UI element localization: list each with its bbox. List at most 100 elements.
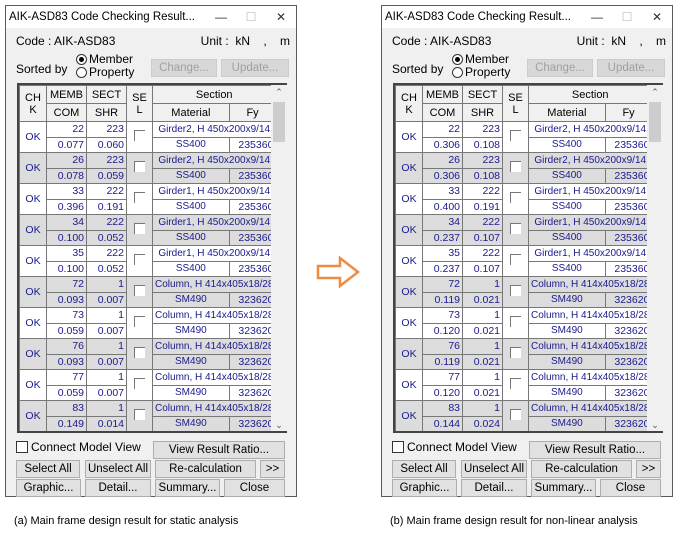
table-row[interactable]: OK 33 222 Girder1, H 450x200x9/14	[395, 183, 653, 215]
connect-model-view-checkbox[interactable]: Connect Model View	[16, 440, 141, 454]
table-row[interactable]: OK 77 1 Column, H 414x405x18/28	[395, 369, 653, 401]
select-checkbox[interactable]	[510, 130, 521, 141]
table-row[interactable]: OK 22 223 Girder2, H 450x200x9/14	[395, 121, 653, 153]
com-cell: 0.237	[422, 260, 463, 277]
shr-cell: 0.052	[86, 260, 127, 277]
maximize-icon[interactable]: ☐	[612, 10, 642, 24]
minimize-icon[interactable]: —	[206, 10, 236, 24]
vertical-scrollbar[interactable]: ⌃ ⌄	[271, 85, 287, 431]
update-button[interactable]: Update...	[597, 59, 665, 77]
table-row[interactable]: OK 34 222 Girder1, H 450x200x9/14	[19, 214, 277, 246]
table-row[interactable]: OK 26 223 Girder2, H 450x200x9/14	[395, 152, 653, 184]
chk-cell: OK	[19, 152, 47, 184]
scroll-up-icon[interactable]: ⌃	[271, 87, 287, 98]
graphic-button[interactable]: Graphic...	[16, 479, 81, 497]
minimize-icon[interactable]: —	[582, 10, 612, 24]
detail-button[interactable]: Detail...	[461, 479, 527, 497]
select-checkbox[interactable]	[510, 378, 521, 389]
change-button[interactable]: Change...	[151, 59, 217, 77]
select-checkbox[interactable]	[134, 316, 145, 327]
select-checkbox[interactable]	[510, 316, 521, 327]
section-cell: Column, H 414x405x18/28	[151, 369, 277, 386]
close-icon[interactable]: ✕	[642, 10, 672, 24]
sort-member-radio[interactable]: Member	[76, 52, 133, 66]
sort-property-radio[interactable]: Property	[452, 65, 510, 79]
scroll-thumb[interactable]	[649, 102, 661, 142]
connect-model-view-checkbox[interactable]: Connect Model View	[392, 440, 517, 454]
radio-checked-icon	[76, 53, 87, 65]
select-checkbox[interactable]	[134, 409, 145, 420]
select-checkbox[interactable]	[510, 285, 521, 296]
select-all-button[interactable]: Select All	[16, 460, 80, 478]
select-checkbox[interactable]	[134, 378, 145, 389]
graphic-button[interactable]: Graphic...	[392, 479, 457, 497]
view-result-ratio-button[interactable]: View Result Ratio...	[153, 441, 285, 459]
select-checkbox[interactable]	[510, 254, 521, 265]
section-cell: Column, H 414x405x18/28	[527, 369, 653, 386]
table-row[interactable]: OK 83 1 Column, H 414x405x18/28	[19, 400, 277, 431]
select-checkbox[interactable]	[134, 285, 145, 296]
unselect-all-button[interactable]: Unselect All	[461, 460, 527, 478]
select-checkbox[interactable]	[134, 130, 145, 141]
select-checkbox[interactable]	[510, 161, 521, 172]
table-row[interactable]: OK 77 1 Column, H 414x405x18/28	[19, 369, 277, 401]
header-shr: SHR	[462, 103, 503, 122]
summary-button[interactable]: Summary...	[531, 479, 596, 497]
change-button[interactable]: Change...	[527, 59, 593, 77]
recalculation-button[interactable]: Re-calculation	[531, 460, 632, 478]
table-row[interactable]: OK 73 1 Column, H 414x405x18/28	[395, 307, 653, 339]
table-row[interactable]: OK 34 222 Girder1, H 450x200x9/14	[395, 214, 653, 246]
select-all-button[interactable]: Select All	[392, 460, 456, 478]
more-button[interactable]: >>	[636, 460, 661, 478]
table-row[interactable]: OK 35 222 Girder1, H 450x200x9/14	[19, 245, 277, 277]
vertical-scrollbar[interactable]: ⌃ ⌄	[647, 85, 663, 431]
table-row[interactable]: OK 73 1 Column, H 414x405x18/28	[19, 307, 277, 339]
more-button[interactable]: >>	[260, 460, 285, 478]
view-result-ratio-button[interactable]: View Result Ratio...	[529, 441, 661, 459]
close-icon[interactable]: ✕	[266, 10, 296, 24]
scroll-down-icon[interactable]: ⌄	[647, 420, 663, 431]
detail-button[interactable]: Detail...	[85, 479, 151, 497]
radio-unchecked-icon	[452, 66, 463, 78]
table-row[interactable]: OK 26 223 Girder2, H 450x200x9/14	[19, 152, 277, 184]
shr-cell: 0.024	[462, 415, 503, 431]
unselect-all-button[interactable]: Unselect All	[85, 460, 151, 478]
select-checkbox[interactable]	[510, 223, 521, 234]
header-com: COM	[46, 103, 87, 122]
update-button[interactable]: Update...	[221, 59, 289, 77]
sel-cell	[502, 369, 529, 401]
table-row[interactable]: OK 76 1 Column, H 414x405x18/28	[395, 338, 653, 370]
table-row[interactable]: OK 72 1 Column, H 414x405x18/28	[395, 276, 653, 308]
select-checkbox[interactable]	[134, 254, 145, 265]
sort-property-radio[interactable]: Property	[76, 65, 134, 79]
fy-cell: 235360	[228, 229, 277, 246]
select-checkbox[interactable]	[134, 161, 145, 172]
table-row[interactable]: OK 33 222 Girder1, H 450x200x9/14	[19, 183, 277, 215]
com-cell: 0.059	[46, 322, 87, 339]
maximize-icon[interactable]: ☐	[236, 10, 266, 24]
select-checkbox[interactable]	[134, 192, 145, 203]
window-title: AIK-ASD83 Code Checking Result...	[9, 11, 196, 23]
table-row[interactable]: OK 35 222 Girder1, H 450x200x9/14	[395, 245, 653, 277]
scroll-thumb[interactable]	[273, 102, 285, 142]
header-sect: SECT	[462, 85, 503, 104]
memb-cell: 72	[422, 276, 463, 293]
fy-cell: 235360	[604, 136, 653, 153]
chk-cell: OK	[395, 307, 423, 339]
close-button[interactable]: Close	[224, 479, 285, 497]
select-checkbox[interactable]	[510, 347, 521, 358]
table-row[interactable]: OK 76 1 Column, H 414x405x18/28	[19, 338, 277, 370]
recalculation-button[interactable]: Re-calculation	[155, 460, 256, 478]
close-button[interactable]: Close	[600, 479, 661, 497]
summary-button[interactable]: Summary...	[155, 479, 220, 497]
table-row[interactable]: OK 72 1 Column, H 414x405x18/28	[19, 276, 277, 308]
select-checkbox[interactable]	[134, 347, 145, 358]
table-row[interactable]: OK 22 223 Girder2, H 450x200x9/14	[19, 121, 277, 153]
scroll-down-icon[interactable]: ⌄	[271, 420, 287, 431]
select-checkbox[interactable]	[134, 223, 145, 234]
sort-member-radio[interactable]: Member	[452, 52, 509, 66]
select-checkbox[interactable]	[510, 409, 521, 420]
select-checkbox[interactable]	[510, 192, 521, 203]
table-row[interactable]: OK 83 1 Column, H 414x405x18/28	[395, 400, 653, 431]
scroll-up-icon[interactable]: ⌃	[647, 87, 663, 98]
